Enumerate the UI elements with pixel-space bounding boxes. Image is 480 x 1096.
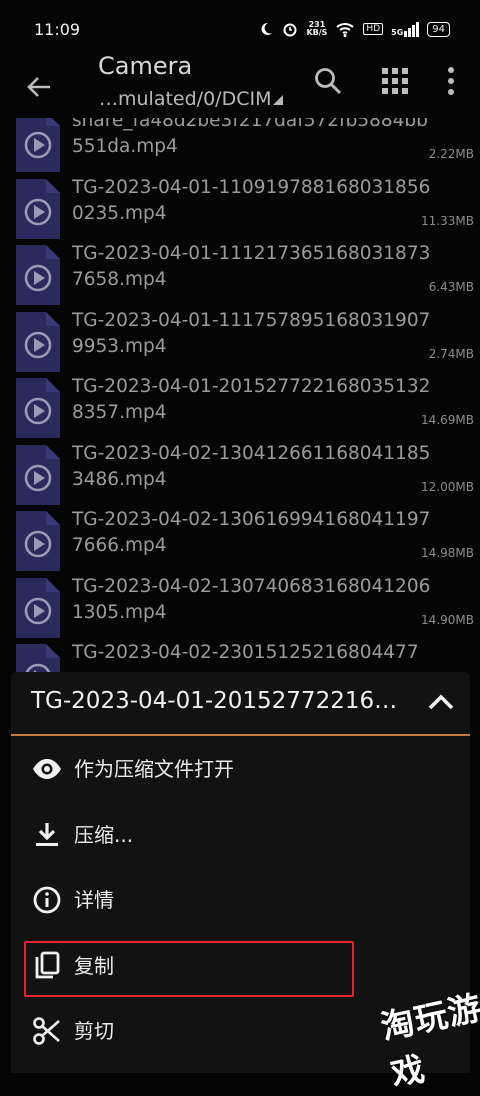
file-name: TG-2023-04-01-1117578951680319079953.mp4 <box>72 309 431 357</box>
search-icon[interactable] <box>313 66 343 96</box>
battery-indicator: 94 <box>427 21 450 37</box>
file-row[interactable]: TG-2023-04-02-1306169941680411977666.mp4… <box>0 509 480 580</box>
video-file-icon <box>16 511 60 571</box>
video-file-icon <box>16 378 60 438</box>
file-size: 14.69MB <box>421 413 474 427</box>
file-size: 2.22MB <box>428 147 474 161</box>
file-list: share_fa48d2be3f217daf572fb5884bb551da.m… <box>0 118 480 678</box>
file-name: TG-2023-04-01-2015277221680351328357.mp4 <box>72 376 431 423</box>
moon-icon <box>261 22 273 35</box>
toolbar: Camera …mulated/0/DCIM <box>0 52 480 120</box>
grid-view-icon[interactable] <box>380 66 410 96</box>
file-row[interactable]: TG-2023-04-01-2015277221680351328357.mp4… <box>0 376 480 447</box>
file-name: TG-2023-04-02-1307406831680412061305.mp4 <box>72 575 431 623</box>
sheet-header[interactable]: TG-2023-04-01-201527722168035132835​7.mp… <box>11 672 470 736</box>
menu-compress[interactable]: 压缩... <box>11 802 470 864</box>
alarm-icon <box>283 23 297 37</box>
video-file-icon <box>16 444 60 505</box>
file-name: TG-2023-04-02-23015125216804477 <box>72 642 419 663</box>
video-file-icon <box>16 118 60 172</box>
file-row[interactable]: share_fa48d2be3f217daf572fb5884bb551da.m… <box>0 118 480 181</box>
file-name: TG-2023-04-02-1306169941680411977666.mp4 <box>72 509 431 556</box>
copy-highlight-box <box>24 941 354 997</box>
sheet-file-title: TG-2023-04-01-201527722168035132835​7.mp… <box>31 688 411 714</box>
file-size: 11.33MB <box>421 213 474 228</box>
status-bar: 11:09 231 KB/S HD 5G 94 <box>0 0 480 58</box>
file-name: share_fa48d2be3f217daf572fb5884bb551da.m… <box>72 118 428 157</box>
file-row[interactable]: TG-2023-04-01-1112173651680318737658.mp4… <box>0 243 480 314</box>
file-size: 14.98MB <box>421 546 474 560</box>
wifi-icon <box>336 23 355 37</box>
status-time: 11:09 <box>34 19 81 39</box>
file-size: 12.00MB <box>421 479 474 494</box>
file-name: TG-2023-04-02-1304126611680411853486.mp4 <box>72 442 431 490</box>
file-row[interactable]: TG-2023-04-02-1307406831680412061305.mp4… <box>0 576 480 647</box>
file-name: TG-2023-04-01-1109197881680318560235.mp4 <box>72 176 431 224</box>
file-size: 14.90MB <box>421 612 474 627</box>
net-speed: 231 KB/S <box>306 20 328 37</box>
file-name: TG-2023-04-01-1112173651680318737658.mp4 <box>72 243 431 290</box>
file-size: 2.74MB <box>428 346 474 361</box>
back-arrow-icon[interactable] <box>24 72 54 102</box>
menu-open-as-archive[interactable]: 作为压缩文件打开 <box>11 736 470 798</box>
more-options-icon[interactable] <box>436 66 466 96</box>
download-icon <box>36 823 58 846</box>
eye-icon <box>33 759 61 779</box>
page-title: Camera <box>98 52 193 80</box>
menu-details[interactable]: 详情 <box>11 867 470 929</box>
video-file-icon <box>16 311 60 372</box>
video-file-icon <box>16 245 60 305</box>
info-icon <box>33 886 61 914</box>
video-file-icon <box>16 178 60 239</box>
hd-badge: HD <box>363 23 384 35</box>
path-breadcrumb[interactable]: …mulated/0/DCIM <box>99 88 284 110</box>
path-dropdown-icon <box>273 95 284 105</box>
status-icons: 231 KB/S HD 5G 94 <box>258 21 450 37</box>
file-row[interactable]: TG-2023-04-01-1109197881680318560235.mp4… <box>0 177 480 248</box>
signal-icon: 5G <box>391 21 420 37</box>
file-size: 6.43MB <box>428 280 474 294</box>
chevron-up-icon[interactable] <box>426 690 456 714</box>
video-file-icon <box>16 577 60 638</box>
file-row[interactable]: TG-2023-04-01-1117578951680319079953.mp4… <box>0 310 480 381</box>
watermark: 淘玩游戏 <box>377 987 480 1094</box>
file-row[interactable]: TG-2023-04-02-1304126611680411853486.mp4… <box>0 443 480 514</box>
scissors-icon <box>33 1017 60 1045</box>
